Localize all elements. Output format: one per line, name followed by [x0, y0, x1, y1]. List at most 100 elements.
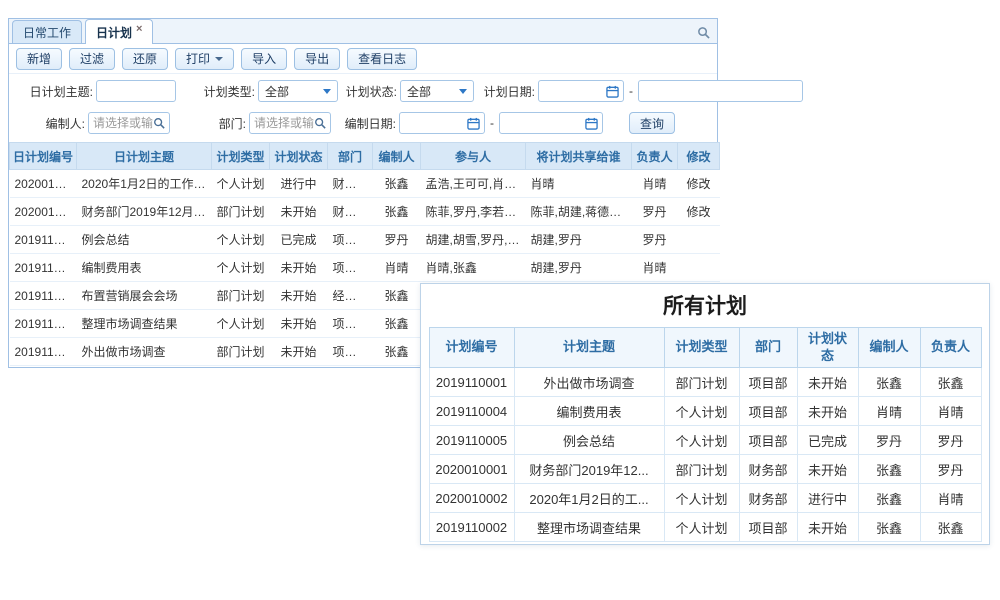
table-cell: 张鑫: [373, 310, 421, 338]
table-cell: 肖晴: [920, 484, 981, 513]
filter-area: 日计划主题: 计划类型: 全部 计划状态: 全部 计划日期:: [9, 74, 717, 142]
table-cell[interactable]: 例会总结: [77, 226, 212, 254]
plan-date-end-field[interactable]: [638, 80, 803, 102]
table-cell: 2019110004: [429, 397, 514, 426]
table-cell[interactable]: 2019110005: [10, 226, 77, 254]
table-row[interactable]: 2020010001财务部门2019年12...部门计划财务部未开始张鑫罗丹: [429, 455, 981, 484]
table-cell[interactable]: 修改: [678, 170, 720, 198]
table-cell: 整理市场调查结果: [514, 513, 664, 542]
all-plans-window: 所有计划 计划编号计划主题计划类型部门计划状态编制人负责人 2019110001…: [420, 283, 990, 545]
toolbar-button-label: 导入: [252, 50, 276, 67]
table-cell[interactable]: 编制费用表: [77, 254, 212, 282]
table-cell[interactable]: 整理市场调查结果: [77, 310, 212, 338]
table-cell: 张鑫: [373, 198, 421, 226]
table-cell[interactable]: 罗丹: [632, 198, 678, 226]
table-cell[interactable]: 2019110001: [10, 338, 77, 366]
table-cell: 孟浩,王可可,肖晴,张鑫: [421, 170, 526, 198]
compile-date-start-input[interactable]: [404, 114, 467, 132]
calendar-icon[interactable]: [467, 117, 480, 130]
table-cell: 项目部: [328, 310, 373, 338]
compile-date-end-field[interactable]: [499, 112, 603, 134]
table-cell[interactable]: 2019110004: [10, 254, 77, 282]
toolbar-button-label: 打印: [186, 50, 210, 67]
filter-label-department: 部门:: [206, 115, 246, 132]
compile-date-end-input[interactable]: [504, 114, 585, 132]
table-cell: 项目部: [739, 397, 797, 426]
toolbar-button[interactable]: 导入: [241, 48, 287, 70]
column-header: 编制人: [858, 328, 920, 368]
plan-date-end-input[interactable]: [643, 82, 798, 100]
table-cell[interactable]: 财务部门2019年12月的...: [77, 198, 212, 226]
table-cell[interactable]: 罗丹: [632, 226, 678, 254]
table-cell: 陈菲,胡建,蒋德帆,...: [526, 198, 632, 226]
toolbar-button[interactable]: 导出: [294, 48, 340, 70]
plan-type-select[interactable]: 全部: [258, 80, 338, 102]
filter-label-compiler: 编制人:: [23, 115, 85, 132]
table-cell[interactable]: 2020年1月2日的工作日...: [77, 170, 212, 198]
toolbar-button[interactable]: 查看日志: [347, 48, 417, 70]
table-cell[interactable]: 2019110003: [10, 282, 77, 310]
table-cell: 未开始: [797, 513, 858, 542]
tab-list: 日常工作日计划×: [12, 19, 156, 43]
table-row[interactable]: 20200100022020年1月2日的工...个人计划财务部进行中张鑫肖晴: [429, 484, 981, 513]
subject-input[interactable]: [96, 80, 176, 102]
table-cell[interactable]: 2019110002: [10, 310, 77, 338]
column-header: 部门: [328, 143, 373, 170]
tab-item[interactable]: 日计划×: [85, 19, 153, 44]
toolbar-button[interactable]: 打印: [175, 48, 234, 70]
compiler-input[interactable]: [93, 114, 153, 132]
plan-status-select[interactable]: 全部: [400, 80, 474, 102]
table-cell: 个人计划: [664, 397, 739, 426]
calendar-icon[interactable]: [606, 85, 619, 98]
calendar-icon[interactable]: [585, 117, 598, 130]
search-icon[interactable]: [314, 117, 326, 129]
table-row[interactable]: 2019110005例会总结个人计划已完成项目部罗丹胡建,胡雪,罗丹,任晓...…: [10, 226, 720, 254]
table-cell: 张鑫: [920, 513, 981, 542]
table-cell: 已完成: [797, 426, 858, 455]
column-header: 部门: [739, 328, 797, 368]
table-row[interactable]: 2019110004编制费用表个人计划项目部未开始肖晴肖晴: [429, 397, 981, 426]
tab-bar: 日常工作日计划×: [9, 19, 717, 44]
filter-label-plan-date: 计划日期:: [480, 83, 535, 100]
table-cell: 2020年1月2日的工...: [514, 484, 664, 513]
table-cell[interactable]: 外出做市场调查: [77, 338, 212, 366]
table-row[interactable]: 2019110002整理市场调查结果个人计划项目部未开始张鑫张鑫: [429, 513, 981, 542]
table-cell[interactable]: 肖晴: [632, 170, 678, 198]
all-plans-title: 所有计划: [421, 290, 989, 320]
table-cell: 肖晴: [858, 397, 920, 426]
search-icon[interactable]: [153, 117, 165, 129]
table-cell: [678, 226, 720, 254]
table-row[interactable]: 2019110004编制费用表个人计划未开始项目部肖晴肖晴,张鑫胡建,罗丹肖晴: [10, 254, 720, 282]
compiler-search-field[interactable]: [88, 112, 170, 134]
table-cell[interactable]: 2020010002: [10, 170, 77, 198]
toolbar-button[interactable]: 过滤: [69, 48, 115, 70]
table-cell[interactable]: 修改: [678, 198, 720, 226]
chevron-down-icon: [459, 89, 467, 94]
toolbar-button[interactable]: 还原: [122, 48, 168, 70]
query-button[interactable]: 查询: [629, 112, 675, 134]
table-cell: 未开始: [270, 198, 328, 226]
table-cell[interactable]: 布置营销展会会场: [77, 282, 212, 310]
plan-date-start-field[interactable]: [538, 80, 624, 102]
table-row[interactable]: 20200100022020年1月2日的工作日...个人计划进行中财务部张鑫孟浩…: [10, 170, 720, 198]
close-icon[interactable]: ×: [136, 24, 142, 35]
plan-date-start-input[interactable]: [543, 82, 606, 100]
department-input[interactable]: [254, 114, 314, 132]
toolbar-button[interactable]: 新增: [16, 48, 62, 70]
table-cell[interactable]: 2020010001: [10, 198, 77, 226]
table-row[interactable]: 2019110005例会总结个人计划项目部已完成罗丹罗丹: [429, 426, 981, 455]
department-search-field[interactable]: [249, 112, 331, 134]
table-cell: 财务部: [328, 198, 373, 226]
column-header: 将计划共享给谁: [526, 143, 632, 170]
compile-date-start-field[interactable]: [399, 112, 485, 134]
search-icon[interactable]: [695, 24, 711, 40]
date-range-separator: -: [490, 116, 494, 130]
table-cell: 进行中: [270, 170, 328, 198]
table-row[interactable]: 2020010001财务部门2019年12月的...部门计划未开始财务部张鑫陈菲…: [10, 198, 720, 226]
table-cell: 外出做市场调查: [514, 368, 664, 397]
table-cell: 张鑫: [858, 455, 920, 484]
table-cell[interactable]: 肖晴: [632, 254, 678, 282]
table-cell: 已完成: [270, 226, 328, 254]
table-row[interactable]: 2019110001外出做市场调查部门计划项目部未开始张鑫张鑫: [429, 368, 981, 397]
tab-item[interactable]: 日常工作: [12, 20, 82, 43]
